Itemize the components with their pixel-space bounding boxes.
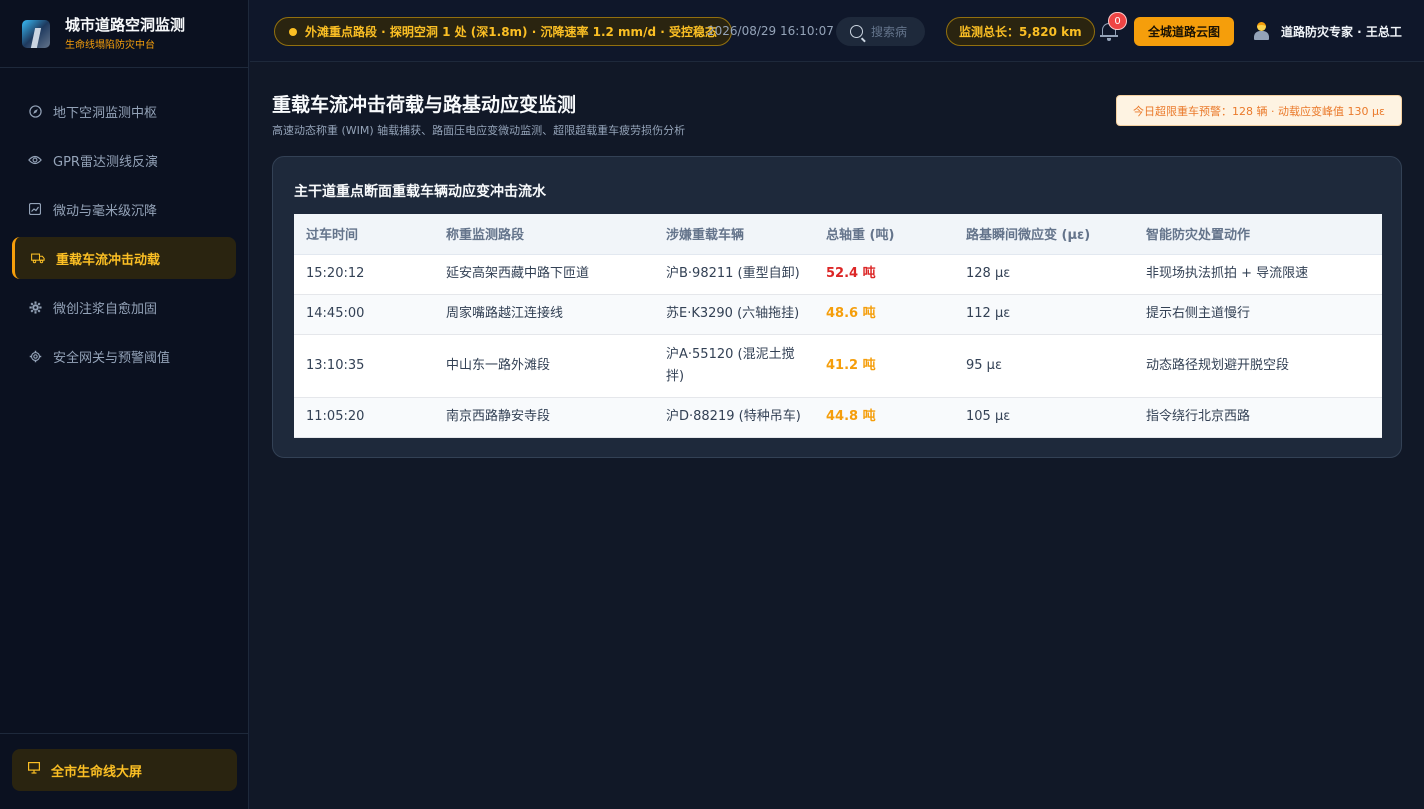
action: 指令绕行北京西路 [1134,397,1382,438]
table-header-row: 过车时间 称重监测路段 涉嫌重载车辆 总轴重 (吨) 路基瞬间微应变 (με) … [294,214,1382,255]
compass-icon [28,104,42,118]
sidebar-item-label: 微创注浆自愈加固 [53,301,158,317]
user-name: 道路防灾专家 · 王总工 [1281,24,1402,39]
sidebar-item-label: 微动与毫米级沉降 [53,203,158,219]
screen-icon [28,762,41,778]
sidebar-item-security[interactable]: 安全网关与预警阈值 [12,335,236,377]
axle-weight: 52.4 吨 [814,254,954,295]
overload-warning-badge: 今日超限重车预警：128 辆 · 动载应变峰值 130 με [1116,95,1402,126]
gear-icon [28,300,42,314]
sidebar-nav: 地下空洞监测中枢 GPR雷达测线反演 微动与毫米级沉降 重载车流冲击动载 微创注… [0,68,248,377]
sidebar-item-label: 地下空洞监测中枢 [53,105,158,121]
alert-dot-icon [289,27,297,36]
brand-subtitle: 生命线塌陷防灾中台 [65,40,155,51]
road-logo-icon [22,19,50,48]
vehicle: 沪A·55120 (混泥土搅拌) [654,334,814,398]
heavy-vehicle-table: 过车时间 称重监测路段 涉嫌重载车辆 总轴重 (吨) 路基瞬间微应变 (με) … [294,214,1382,438]
page-title: 重载车流冲击荷载与路基动应变监测 [272,94,577,116]
card-title: 主干道重点断面重载车辆动应变冲击流水 [294,184,546,200]
action: 提示右侧主道慢行 [1134,294,1382,335]
vehicle: 沪D·88219 (特种吊车) [654,397,814,438]
column-header: 路基瞬间微应变 (με) [954,214,1134,255]
vehicle: 沪B·98211 (重型自卸) [654,254,814,295]
table-row[interactable]: 15:20:12 延安高架西藏中路下匝道 沪B·98211 (重型自卸) 52.… [294,254,1382,295]
micro-strain: 128 με [954,254,1134,295]
user-profile[interactable]: 道路防灾专家 · 王总工 [1253,22,1402,40]
column-header: 称重监测路段 [434,214,654,255]
datetime: 2026/08/29 16:10:07 [707,24,834,38]
status-alert-badge[interactable]: 外滩重点路段 · 探明空洞 1 处 (深1.8m) · 沉降速率 1.2 mm/… [274,17,732,46]
sidebar-item-label: GPR雷达测线反演 [53,154,158,170]
monitor-length-badge: 监测总长：5,820 km [946,17,1095,46]
page-subtitle: 高速动态称重 (WIM) 轴载捕获、路面压电应变微动监测、超限超载重车疲劳损伤分… [272,124,686,137]
eye-icon [28,153,42,167]
avatar [1253,22,1269,40]
pass-time: 13:10:35 [294,334,434,398]
micro-strain: 112 με [954,294,1134,335]
top-header: 外滩重点路段 · 探明空洞 1 处 (深1.8m) · 沉降速率 1.2 mm/… [250,0,1424,62]
search-icon [850,25,863,38]
pass-time: 11:05:20 [294,397,434,438]
notification-count-badge: 0 [1108,12,1127,30]
axle-weight: 41.2 吨 [814,334,954,398]
truck-icon [31,251,45,265]
sidebar-item-label: 重载车流冲击动载 [56,252,161,268]
pass-time: 15:20:12 [294,254,434,295]
sidebar: 城市道路空洞监测 生命线塌陷防灾中台 地下空洞监测中枢 GPR雷达测线反演 微动… [0,0,249,809]
sidebar-item-void-hub[interactable]: 地下空洞监测中枢 [12,90,236,132]
sidebar-item-grouting[interactable]: 微创注浆自愈加固 [12,286,236,328]
road-section: 南京西路静安寺段 [434,397,654,438]
road-section: 延安高架西藏中路下匝道 [434,254,654,295]
column-header: 过车时间 [294,214,434,255]
column-header: 智能防灾处置动作 [1134,214,1382,255]
column-header: 总轴重 (吨) [814,214,954,255]
bigscreen-label: 全市生命线大屏 [51,764,143,780]
road-section: 周家嘴路越江连接线 [434,294,654,335]
chart-icon [28,202,42,216]
sidebar-footer: 全市生命线大屏 [0,733,249,809]
sidebar-item-heavy-load[interactable]: 重载车流冲击动载 [12,237,236,279]
table-row[interactable]: 14:45:00 周家嘴路越江连接线 苏E·K3290 (六轴拖挂) 48.6 … [294,294,1382,335]
pass-time: 14:45:00 [294,294,434,335]
search-box[interactable] [836,17,925,46]
column-header: 涉嫌重载车辆 [654,214,814,255]
cog-icon [28,349,42,363]
search-input[interactable] [871,24,917,39]
table-row[interactable]: 13:10:35 中山东一路外滩段 沪A·55120 (混泥土搅拌) 41.2 … [294,334,1382,398]
action: 动态路径规划避开脱空段 [1134,334,1382,398]
table-row[interactable]: 11:05:20 南京西路静安寺段 沪D·88219 (特种吊车) 44.8 吨… [294,397,1382,438]
sidebar-item-settlement[interactable]: 微动与毫米级沉降 [12,188,236,230]
axle-weight: 48.6 吨 [814,294,954,335]
heavy-vehicle-card: 主干道重点断面重载车辆动应变冲击流水 过车时间 称重监测路段 涉嫌重载车辆 总轴… [272,156,1402,458]
sidebar-item-gpr[interactable]: GPR雷达测线反演 [12,139,236,181]
sidebar-item-label: 安全网关与预警阈值 [53,350,171,366]
axle-weight: 44.8 吨 [814,397,954,438]
road-section: 中山东一路外滩段 [434,334,654,398]
brand-title: 城市道路空洞监测 [65,16,186,34]
vehicle: 苏E·K3290 (六轴拖挂) [654,294,814,335]
micro-strain: 95 με [954,334,1134,398]
brand: 城市道路空洞监测 生命线塌陷防灾中台 [0,0,248,68]
alert-text: 外滩重点路段 · 探明空洞 1 处 (深1.8m) · 沉降速率 1.2 mm/… [305,25,717,39]
action: 非现场执法抓拍 + 导流限速 [1134,254,1382,295]
city-road-map-button[interactable]: 全城道路云图 [1134,17,1234,46]
main-content: 重载车流冲击荷载与路基动应变监测 高速动态称重 (WIM) 轴载捕获、路面压电应… [250,62,1424,809]
micro-strain: 105 με [954,397,1134,438]
bigscreen-button[interactable]: 全市生命线大屏 [12,749,237,791]
